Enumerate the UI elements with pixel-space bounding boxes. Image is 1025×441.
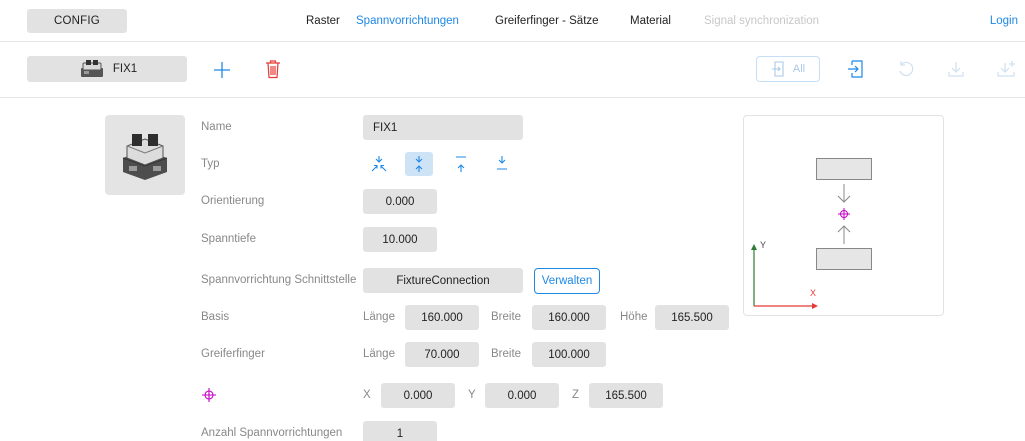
plus-icon[interactable] — [211, 59, 233, 81]
fixture-name: FIX1 — [112, 63, 138, 75]
fixture-thumbnail-icon — [80, 60, 103, 77]
typ-inward-button[interactable] — [365, 152, 393, 176]
basis-hoehe-label: Höhe — [620, 311, 648, 323]
basis-label: Basis — [201, 311, 230, 323]
origin-y-label: Y — [468, 389, 476, 401]
orientierung-label: Orientierung — [201, 195, 265, 207]
anzahl-input[interactable]: 1 — [363, 421, 437, 441]
download-plus-icon — [996, 58, 1018, 80]
spanntiefe-label: Spanntiefe — [201, 233, 256, 245]
nav-material[interactable]: Material — [630, 15, 671, 27]
basis-breite-input[interactable]: 160.000 — [532, 305, 606, 330]
preview-x-axis-label: X — [810, 288, 817, 298]
origin-z-label: Z — [572, 389, 580, 401]
download-icon — [946, 58, 966, 80]
typ-center-button[interactable] — [405, 152, 433, 176]
preview-drawing — [751, 184, 851, 309]
origin-z-input[interactable]: 165.500 — [589, 383, 663, 408]
origin-x-input[interactable]: 0.000 — [381, 383, 455, 408]
basis-laenge-label: Länge — [363, 311, 395, 323]
toolbar: FIX1 All — [0, 42, 1025, 98]
basis-breite-label: Breite — [491, 311, 522, 323]
basis-hoehe-input[interactable]: 165.500 — [655, 305, 729, 330]
inward-clamp-icon — [371, 156, 387, 172]
nav-raster[interactable]: Raster — [306, 15, 340, 27]
origin-y-input[interactable]: 0.000 — [485, 383, 559, 408]
typ-outward-button[interactable] — [447, 152, 475, 176]
fixture-selector[interactable]: FIX1 — [27, 56, 187, 82]
name-input[interactable]: FIX1 — [363, 115, 523, 140]
login-link[interactable]: Login — [990, 15, 1018, 27]
nav-spannvorrichtungen[interactable]: Spannvorrichtungen — [356, 15, 459, 27]
preview-y-axis-label: Y — [760, 240, 767, 250]
schnittstelle-select[interactable]: FixtureConnection — [363, 268, 523, 293]
top-navigation-bar: CONFIG Raster Spannvorrichtungen Greifer… — [0, 0, 1025, 42]
anzahl-label: Anzahl Spannvorrichtungen — [201, 427, 343, 439]
fixture-preview-panel: Y X — [743, 115, 944, 316]
nav-greiferfinger-saetze[interactable]: Greiferfinger - Sätze — [495, 15, 599, 27]
export-all-button[interactable]: All — [756, 56, 820, 82]
orientierung-input[interactable]: 0.000 — [363, 189, 437, 214]
reset-icon — [896, 58, 916, 80]
verwalten-button[interactable]: Verwalten — [534, 268, 600, 294]
export-icon[interactable] — [846, 58, 866, 80]
greiferfinger-laenge-label: Länge — [363, 348, 395, 360]
greiferfinger-breite-input[interactable]: 100.000 — [532, 342, 606, 367]
name-label: Name — [201, 121, 232, 133]
center-clamp-icon — [415, 156, 423, 172]
basis-laenge-input[interactable]: 160.000 — [405, 305, 479, 330]
outward-clamp-icon — [456, 156, 466, 172]
single-clamp-icon — [497, 156, 507, 170]
schnittstelle-label: Spannvorrichtung Schnittstelle — [201, 274, 357, 286]
greiferfinger-laenge-input[interactable]: 70.000 — [405, 342, 479, 367]
crosshair-icon — [202, 388, 216, 402]
typ-single-button[interactable] — [488, 152, 516, 176]
all-label: All — [792, 63, 806, 75]
greiferfinger-label: Greiferfinger — [201, 348, 265, 360]
nav-signal-synchronization: Signal synchronization — [704, 15, 820, 27]
typ-label: Typ — [201, 158, 220, 170]
export-all-icon — [771, 61, 784, 77]
trash-icon[interactable] — [262, 57, 284, 81]
config-button[interactable]: CONFIG — [27, 9, 127, 33]
fixture-image — [105, 115, 185, 195]
spanntiefe-input[interactable]: 10.000 — [363, 227, 437, 252]
greiferfinger-breite-label: Breite — [491, 348, 522, 360]
origin-x-label: X — [363, 389, 371, 401]
